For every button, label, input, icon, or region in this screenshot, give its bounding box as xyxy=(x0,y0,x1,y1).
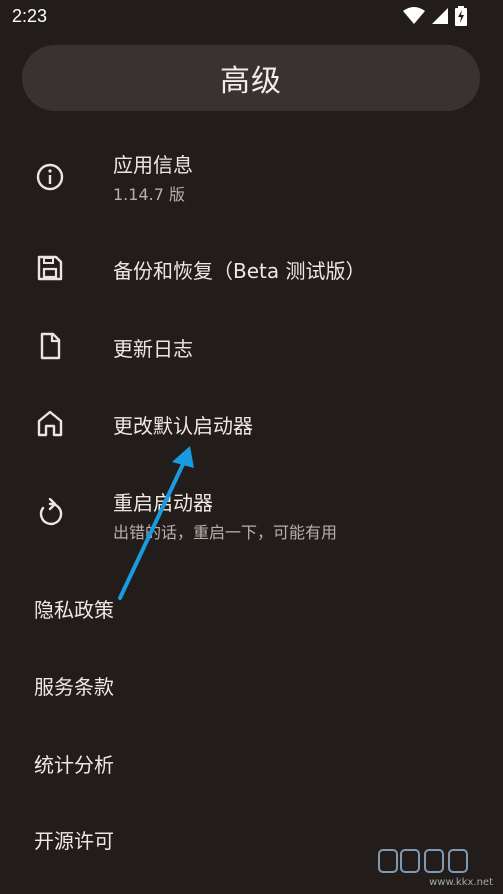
status-time: 2:23 xyxy=(12,6,48,26)
status-bar: 2:23 xyxy=(0,0,503,34)
signal-icon xyxy=(432,8,448,24)
save-icon xyxy=(37,255,63,281)
restart-icon xyxy=(39,498,63,526)
page-title: 高级 xyxy=(220,64,282,99)
link-open-source-licenses[interactable]: 开源许可 xyxy=(34,825,114,854)
watermark-url: www.kkx.net xyxy=(429,877,493,888)
settings-item-changelog[interactable]: 更新日志 xyxy=(0,323,503,368)
settings-item-subtitle: 出错的话，重启一下，可能有用 xyxy=(113,523,338,542)
document-icon xyxy=(40,332,61,360)
settings-item-app-info[interactable]: 应用信息 1.14.7 版 xyxy=(0,145,503,210)
battery-charging-icon xyxy=(455,6,467,26)
link-privacy-policy[interactable]: 隐私政策 xyxy=(34,594,114,623)
settings-item-backup-restore[interactable]: 备份和恢复（Beta 测试版） xyxy=(0,245,503,290)
home-icon xyxy=(37,410,63,437)
settings-item-label: 更改默认启动器 xyxy=(113,414,253,438)
settings-item-label: 重启启动器 xyxy=(113,491,213,515)
link-terms-of-service[interactable]: 服务条款 xyxy=(34,671,114,700)
title-bar: 高级 xyxy=(22,45,480,111)
wifi-icon xyxy=(403,7,425,24)
settings-item-subtitle: 1.14.7 版 xyxy=(113,185,185,204)
settings-item-restart-launcher[interactable]: 重启启动器 出错的话，重启一下，可能有用 xyxy=(0,483,503,548)
settings-item-label: 备份和恢复（Beta 测试版） xyxy=(113,259,366,283)
settings-item-label: 更新日志 xyxy=(113,337,193,361)
settings-item-label: 应用信息 xyxy=(113,153,193,177)
watermark-logo: www.kkx.net xyxy=(378,849,493,888)
status-icons xyxy=(403,6,467,26)
settings-item-default-launcher[interactable]: 更改默认启动器 xyxy=(0,400,503,445)
info-icon xyxy=(36,163,64,191)
link-analytics[interactable]: 统计分析 xyxy=(34,749,114,778)
